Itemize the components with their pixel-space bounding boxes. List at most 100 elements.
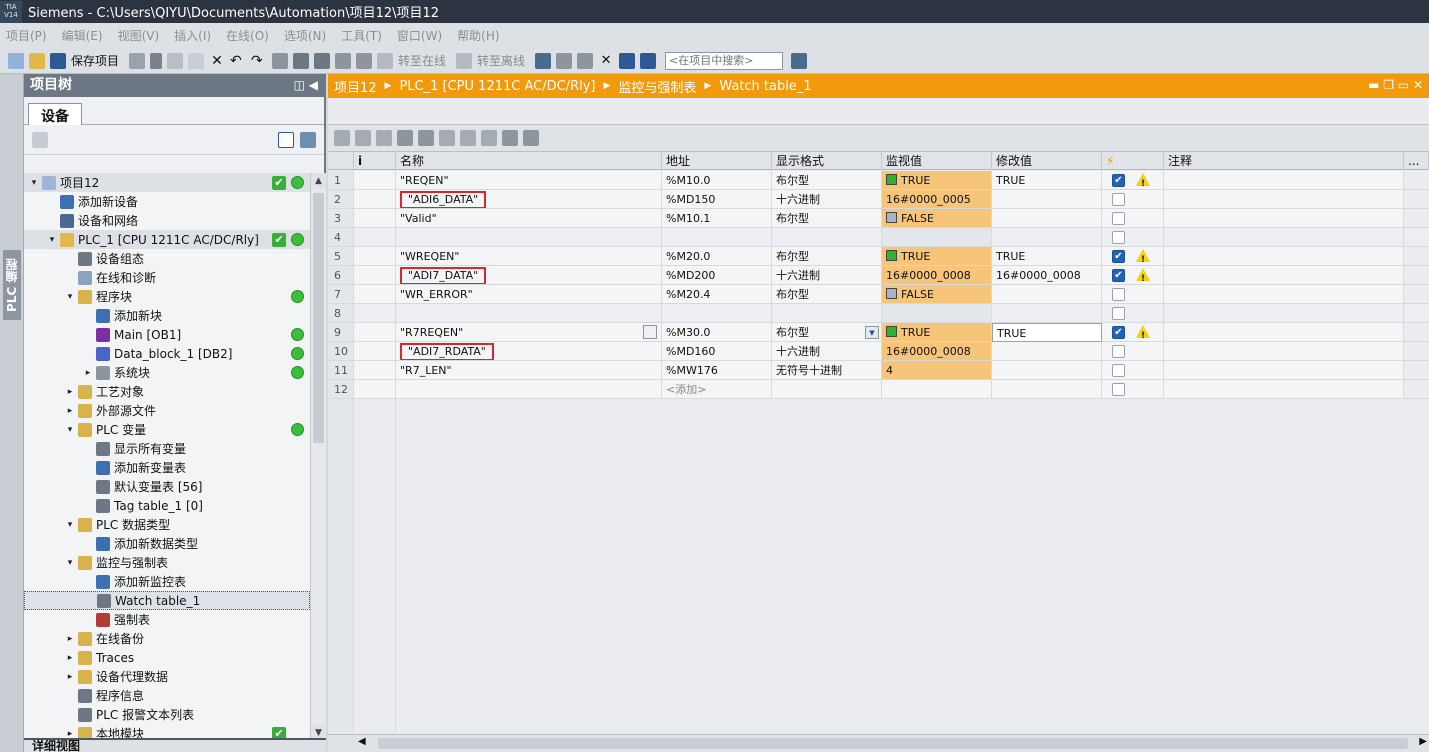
- table-row[interactable]: [328, 418, 1429, 437]
- table-row[interactable]: 8: [328, 304, 1429, 323]
- tree-item[interactable]: 强制表: [24, 610, 310, 629]
- modify-flag-cell[interactable]: [1102, 342, 1164, 361]
- comment-cell[interactable]: [1164, 266, 1404, 285]
- tree-item[interactable]: ▸ 设备代理数据: [24, 667, 310, 686]
- tree-expander-icon[interactable]: ▾: [64, 520, 76, 530]
- compile-icon[interactable]: [272, 52, 289, 69]
- comment-cell[interactable]: [1164, 285, 1404, 304]
- show-hide-columns-icon[interactable]: [523, 130, 539, 146]
- tree-item[interactable]: ▾ PLC_1 [CPU 1211C AC/DC/Rly] ✔: [24, 230, 310, 249]
- comment-cell[interactable]: [1164, 171, 1404, 190]
- modify-checkbox[interactable]: ✔: [1112, 250, 1125, 263]
- open-project-icon[interactable]: [29, 52, 45, 69]
- info-cell[interactable]: [354, 209, 396, 228]
- go-online-icon[interactable]: [377, 52, 394, 69]
- plc-programming-tab[interactable]: PLC 编程: [3, 250, 21, 320]
- save-icon[interactable]: [50, 52, 66, 69]
- tree-scroll-thumb[interactable]: [313, 193, 324, 443]
- table-row[interactable]: 3 "Valid" %M10.1 布尔型 FALSE: [328, 209, 1429, 228]
- breadcrumb-item[interactable]: 监控与强制表: [618, 77, 696, 96]
- table-row[interactable]: 4: [328, 228, 1429, 247]
- address-cell[interactable]: %MD150: [662, 190, 772, 209]
- tree-item[interactable]: Data_block_1 [DB2]: [24, 344, 310, 363]
- overview-icon[interactable]: [278, 132, 294, 148]
- modify-checkbox[interactable]: [1112, 364, 1125, 377]
- table-row[interactable]: 12 <添加>: [328, 380, 1429, 399]
- comment-cell[interactable]: [1164, 304, 1404, 323]
- name-cell[interactable]: "REQEN": [396, 171, 662, 190]
- info-cell[interactable]: [354, 190, 396, 209]
- table-row[interactable]: [328, 551, 1429, 570]
- monitor-once-icon[interactable]: [460, 130, 476, 146]
- table-row[interactable]: [328, 684, 1429, 703]
- tree-item[interactable]: ▸ 系统块: [24, 363, 310, 382]
- tree-expander-icon[interactable]: ▸: [64, 653, 76, 663]
- name-cell[interactable]: [396, 304, 662, 323]
- menu-item[interactable]: 窗口(W): [397, 27, 442, 44]
- col-address[interactable]: 地址: [662, 152, 772, 170]
- collapse-panel-icon[interactable]: ◫ ◀: [294, 74, 318, 97]
- menu-item[interactable]: 项目(P): [6, 27, 47, 44]
- split-vertical-icon[interactable]: [640, 52, 657, 69]
- info-cell[interactable]: [354, 342, 396, 361]
- info-cell[interactable]: [354, 247, 396, 266]
- detail-view-bar[interactable]: 详细视图: [24, 738, 326, 752]
- accessible-devices-icon[interactable]: [535, 52, 552, 69]
- modify-flag-cell[interactable]: [1102, 361, 1164, 380]
- modify-flag-cell[interactable]: [1102, 190, 1164, 209]
- tree-item[interactable]: ▾ PLC 数据类型: [24, 515, 310, 534]
- modify-checkbox[interactable]: [1112, 231, 1125, 244]
- col-display-format[interactable]: 显示格式: [772, 152, 882, 170]
- col-modify-flag[interactable]: ⚡: [1102, 152, 1164, 170]
- modify-flag-cell[interactable]: [1102, 285, 1164, 304]
- tree-expander-icon[interactable]: ▾: [64, 292, 76, 302]
- go-offline-button[interactable]: 转至离线: [477, 52, 525, 69]
- tree-item[interactable]: Watch table_1: [24, 591, 310, 610]
- name-cell[interactable]: "WR_ERROR": [396, 285, 662, 304]
- info-cell[interactable]: [354, 285, 396, 304]
- search-icon[interactable]: [791, 52, 808, 69]
- table-row[interactable]: 11 "R7_LEN" %MW176 无符号十进制 4: [328, 361, 1429, 380]
- address-cell[interactable]: %M20.4: [662, 285, 772, 304]
- modify-flag-cell[interactable]: [1102, 380, 1164, 399]
- info-cell[interactable]: [354, 304, 396, 323]
- modify-flag-cell[interactable]: ✔!: [1102, 171, 1164, 190]
- modify-checkbox[interactable]: [1112, 288, 1125, 301]
- tree-expander-icon[interactable]: ▸: [64, 634, 76, 644]
- address-cell[interactable]: %MD200: [662, 266, 772, 285]
- table-row[interactable]: [328, 475, 1429, 494]
- modify-value-cell[interactable]: [992, 361, 1102, 380]
- col-info[interactable]: i: [354, 152, 396, 170]
- table-row[interactable]: [328, 722, 1429, 732]
- print-icon[interactable]: [129, 52, 146, 69]
- comment-cell[interactable]: [1164, 247, 1404, 266]
- address-cell[interactable]: %M20.0: [662, 247, 772, 266]
- table-row[interactable]: 1 "REQEN" %M10.0 布尔型 TRUE TRUE ✔!: [328, 171, 1429, 190]
- name-cell[interactable]: "ADI6_DATA": [396, 190, 662, 209]
- modify-value-cell[interactable]: [992, 209, 1102, 228]
- upload-icon[interactable]: [314, 52, 331, 69]
- info-cell[interactable]: [354, 380, 396, 399]
- info-cell[interactable]: [354, 171, 396, 190]
- tag-list-icon[interactable]: [643, 325, 657, 339]
- name-cell[interactable]: "WREQEN": [396, 247, 662, 266]
- tree-expander-icon[interactable]: ▾: [28, 178, 40, 188]
- enable-periphery-icon[interactable]: [418, 130, 434, 146]
- scroll-up-icon[interactable]: ▲: [311, 173, 326, 189]
- display-format-cell[interactable]: 布尔型: [772, 209, 882, 228]
- tree-item[interactable]: 显示所有变量: [24, 439, 310, 458]
- display-format-cell[interactable]: 布尔型: [772, 285, 882, 304]
- tree-item[interactable]: PLC 报警文本列表: [24, 705, 310, 724]
- add-row-cell[interactable]: <添加>: [662, 380, 772, 399]
- project-search-input[interactable]: [665, 51, 784, 70]
- download-icon[interactable]: [293, 52, 310, 69]
- modify-checkbox[interactable]: ✔: [1112, 174, 1125, 187]
- tree-expander-icon[interactable]: ▸: [64, 387, 76, 397]
- menu-item[interactable]: 编辑(E): [62, 27, 103, 44]
- table-row[interactable]: [328, 437, 1429, 456]
- info-cell[interactable]: [354, 228, 396, 247]
- cross-reference-icon[interactable]: ✕: [598, 53, 614, 69]
- display-format-cell[interactable]: 布尔型: [772, 247, 882, 266]
- monitor-all-icon[interactable]: [481, 130, 497, 146]
- modify-value-cell[interactable]: TRUE: [992, 171, 1102, 190]
